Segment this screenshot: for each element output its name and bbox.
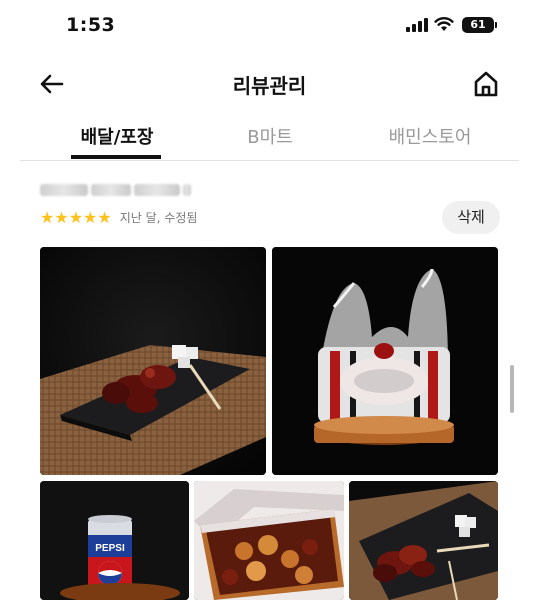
store-name-blurred — [40, 181, 198, 199]
review-photo-chicken-plate-closeup[interactable] — [349, 481, 498, 600]
scrollbar[interactable] — [510, 365, 514, 413]
tab-bmart[interactable]: B마트 — [230, 123, 310, 149]
review-photo-pepsi-can[interactable]: PEPSI — [40, 481, 189, 600]
status-bar: 1:53 61 — [0, 0, 539, 52]
review-photo-chicken-box[interactable] — [194, 481, 344, 600]
tab-baemin-store[interactable]: 배민스토어 — [370, 123, 490, 149]
app-header: 리뷰관리 — [0, 60, 539, 108]
cellular-signal-icon — [406, 18, 428, 32]
pepsi-label: PEPSI — [95, 543, 125, 554]
active-tab-indicator — [71, 155, 161, 159]
wifi-icon — [434, 17, 454, 31]
review-meta: 지난 달, 수정됨 — [119, 210, 198, 225]
review-photo-chicken-plate[interactable] — [40, 247, 266, 475]
home-button[interactable] — [470, 68, 502, 100]
battery-icon: 61 — [462, 17, 494, 33]
rating-row: ★★★★★ 지난 달, 수정됨 — [40, 207, 197, 227]
status-time: 1:53 — [66, 14, 116, 36]
battery-nub — [495, 22, 497, 28]
star-rating: ★★★★★ — [40, 207, 112, 227]
tab-bar: 배달/포장 B마트 배민스토어 — [20, 115, 519, 161]
page-title: 리뷰관리 — [232, 74, 307, 98]
delete-button[interactable]: 삭제 — [442, 201, 500, 234]
home-icon — [474, 71, 498, 97]
tab-delivery[interactable]: 배달/포장 — [72, 123, 162, 149]
review-photo-takeout-bag[interactable] — [272, 247, 498, 475]
